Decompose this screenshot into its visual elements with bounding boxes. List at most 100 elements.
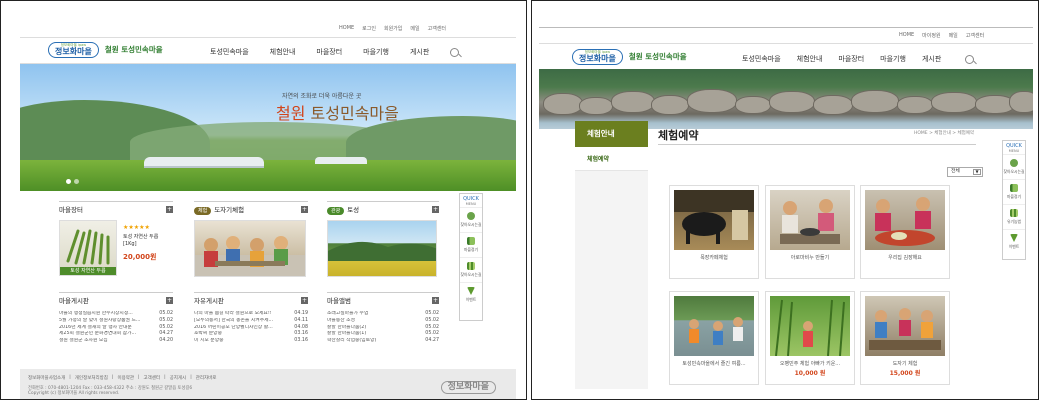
nav-tour[interactable]: 마을기행	[880, 54, 906, 64]
product-name[interactable]: 토성 자연산 두릅	[123, 233, 158, 240]
search-icon[interactable]	[965, 54, 975, 64]
footer-link[interactable]: 고객센터	[144, 375, 161, 381]
album-board: 마을앨범 + 소래고실마을가 수업 05.02 마을동산 조성 05.02 잘할 한…	[327, 292, 439, 362]
mail-link[interactable]: 메일	[410, 25, 419, 32]
list-item[interactable]: 5월 가정의 달 맞이 철원사랑상품권 드... 05.02	[59, 318, 173, 325]
site-logo[interactable]: 정보화마을 ipaw 정보화마을 철원 토성민속마을	[572, 49, 687, 65]
sidebar-item-reservation[interactable]: 체험예약	[575, 147, 648, 171]
signup-link[interactable]: 회원가입	[384, 25, 402, 32]
post-title: 2016년 세계 철새의 날 행사 안내문	[59, 324, 132, 330]
slider-dot[interactable]	[74, 179, 79, 184]
market-box-header: 마을장터 +	[59, 202, 173, 216]
nav-experience[interactable]: 체험안내	[270, 47, 296, 57]
stone-shape	[543, 93, 583, 115]
experience-card[interactable]: 도자기 체험 15,000 원	[860, 291, 950, 385]
quick-item-event[interactable]: 이벤트	[460, 282, 482, 307]
quick-item-map[interactable]: 찾아오시는길	[460, 257, 482, 282]
list-item[interactable]: 마을의 행정실습지원 한수시장지정... 05.02	[59, 311, 173, 318]
filter-select[interactable]: 전체 ▼	[947, 167, 983, 177]
experience-card[interactable]: 우리집 김장해요	[860, 185, 950, 279]
main-page-screenshot: HOME 로그인 회원가입 메일 고객센터 정보화마을 ipaw 정보화마을 철…	[0, 0, 527, 400]
nav-board[interactable]: 게시판	[410, 47, 429, 57]
quick-menu: QUICK MENU 찾아오시는길 마을정기 유기농법 이벤트	[1002, 140, 1026, 260]
footer-link[interactable]: 개인정보처리방침	[75, 375, 108, 381]
quick-item-village[interactable]: 마을정기	[460, 232, 482, 257]
footer-link[interactable]: 공지게시	[170, 375, 187, 381]
quick-item-village[interactable]: 마을정기	[1003, 179, 1025, 204]
home-link[interactable]: HOME	[899, 32, 914, 39]
footer-link[interactable]: 이용약관	[117, 375, 134, 381]
more-plus-icon[interactable]: +	[301, 205, 308, 213]
nav-experience[interactable]: 체험안내	[797, 54, 823, 64]
post-title: 잘할 한마을다움(1)	[327, 331, 367, 337]
tour-photo[interactable]	[327, 220, 437, 277]
market-title: 마을장터	[59, 206, 83, 214]
village-board-title: 마을게시판	[59, 297, 89, 305]
top-divider	[20, 37, 516, 38]
product-photo[interactable]: 토성 자연산 두릅	[59, 220, 117, 276]
quick-item-directions[interactable]: 찾아오시는길	[1003, 154, 1025, 179]
list-item[interactable]: 학산찰리 작업중(임토양) 04.27	[327, 338, 439, 345]
post-title: 철원 철원군 조사원 모집	[59, 338, 108, 344]
more-plus-icon[interactable]: +	[432, 205, 439, 213]
greenhouse-shape	[315, 157, 367, 164]
mypage-link[interactable]: 마이정원	[922, 32, 940, 39]
experience-card[interactable]: 목장카페체험	[669, 185, 759, 279]
support-link[interactable]: 고객센터	[428, 25, 446, 32]
nav-market[interactable]: 마을장터	[838, 54, 864, 64]
mail-link[interactable]: 메일	[949, 32, 958, 39]
quick-item-event[interactable]: 이벤트	[1003, 229, 1025, 254]
list-item[interactable]: 2016 어린이공모 단양벨디자인상 활... 04.08	[194, 325, 308, 332]
login-link[interactable]: 로그인	[362, 25, 376, 32]
post-title: 호박씨 분양중	[194, 331, 223, 337]
card-price: 10,000 원	[794, 370, 826, 377]
nav-village[interactable]: 토성민속마을	[742, 54, 781, 64]
product-price: 20,000원	[123, 253, 157, 261]
post-title: 제25회 철원군민 문화경연대회 참가...	[59, 331, 137, 337]
list-item[interactable]: 마을동산 조성 05.02	[327, 318, 439, 325]
footer-sep: |	[164, 375, 166, 380]
list-item[interactable]: 제25회 철원군민 문화경연대회 참가... 04.27	[59, 331, 173, 338]
greenhouse-shape	[144, 157, 264, 168]
footer-link[interactable]: 관리자바로	[196, 375, 217, 381]
hero-subtitle: 자연의 조화로 더욱 아름다운 곳	[282, 93, 362, 100]
search-icon[interactable]	[450, 47, 460, 57]
list-item[interactable]: 호박씨 분양중 03.16	[194, 331, 308, 338]
experience-card[interactable]: 토성민속마을에서 즐긴 여름...	[669, 291, 759, 385]
post-date: 04.27	[425, 338, 439, 344]
more-plus-icon[interactable]: +	[166, 296, 173, 304]
list-item[interactable]: 나의 마을 봄길 따라 철원으로 오세요!! 04.19	[194, 311, 308, 318]
list-item[interactable]: 소래고실마을가 수업 05.02	[327, 311, 439, 318]
nav-tour[interactable]: 마을기행	[363, 47, 389, 57]
more-plus-icon[interactable]: +	[166, 205, 173, 213]
post-title: 마을의 행정실습지원 한수시장지정...	[59, 311, 133, 316]
card-photo	[865, 296, 945, 356]
post-title: [모두의동서] 한국의 농촌을 지켜주세...	[194, 317, 274, 323]
list-item[interactable]: 잘할 한마을다움(2) 05.02	[327, 325, 439, 332]
home-link[interactable]: HOME	[339, 25, 354, 32]
quick-menu-header: QUICK MENU	[460, 194, 482, 207]
experience-card[interactable]: 아로마비누 만들기	[765, 185, 855, 279]
nav-market[interactable]: 마을장터	[316, 47, 342, 57]
list-item[interactable]: 잘할 한마을다움(1) 05.02	[327, 331, 439, 338]
sidebar: 체험안내 체험예약	[575, 121, 648, 389]
quick-item-directions[interactable]: 찾아오시는길	[460, 207, 482, 232]
experience-tag: 체험	[194, 206, 212, 215]
support-link[interactable]: 고객센터	[966, 32, 984, 39]
list-item[interactable]: 철원 철원군 조사원 모집 04.20	[59, 338, 173, 345]
more-plus-icon[interactable]: +	[301, 296, 308, 304]
footer-link[interactable]: 정보화마을사업소개	[28, 375, 65, 381]
slider-dot[interactable]	[66, 179, 71, 184]
main-nav: 토성민속마을 체험안내 마을장터 마을기행 게시판	[210, 47, 460, 57]
experience-card[interactable]: 오팽민주 체험 아빠가 키운... 10,000 원	[765, 291, 855, 385]
experience-photo[interactable]	[194, 220, 306, 277]
nav-board[interactable]: 게시판	[922, 54, 941, 64]
quick-item-farming[interactable]: 유기농법	[1003, 204, 1025, 229]
quick-item-label: 이벤트	[465, 297, 477, 302]
nav-village[interactable]: 토성민속마을	[210, 47, 249, 57]
list-item[interactable]: 미 치오 분양중 03.16	[194, 338, 308, 345]
list-item[interactable]: 2016년 세계 철새의 날 행사 안내문 05.02	[59, 325, 173, 332]
site-logo[interactable]: 정보화마을 ipaw 정보화마을 철원 토성민속마을	[48, 42, 163, 58]
more-plus-icon[interactable]: +	[432, 296, 439, 304]
list-item[interactable]: [모두의동서] 한국의 농촌을 지켜주세... 04.11	[194, 318, 308, 325]
